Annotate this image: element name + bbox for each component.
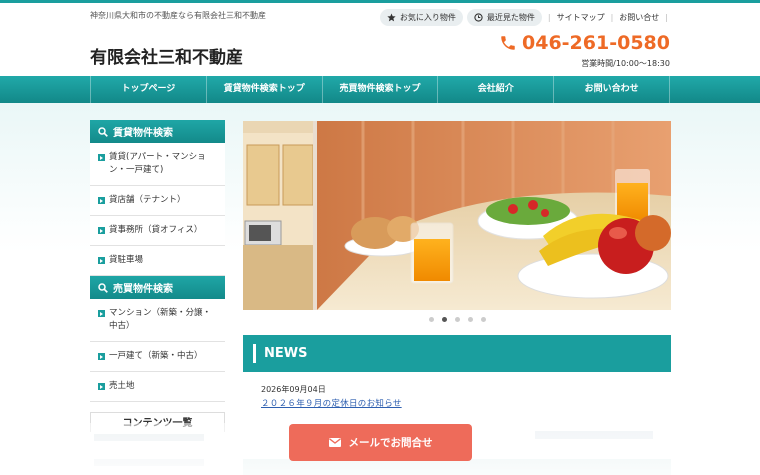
sidebar-item-label: マンション（新築・分譲・中古）: [109, 308, 212, 331]
slider-dot[interactable]: [428, 317, 434, 322]
arrow-icon: [98, 353, 105, 360]
nav-company[interactable]: 会社紹介: [437, 76, 553, 103]
slider-dot[interactable]: [480, 317, 486, 322]
search-icon: [98, 282, 108, 293]
sidebar-item-label: 一戸建て（新築・中古）: [109, 351, 203, 361]
rent-search-heading: 賃貸物件検索: [90, 120, 225, 143]
slider-dot-active[interactable]: [441, 317, 447, 322]
sidebar-item-rent-parking[interactable]: 貸駐車場: [90, 246, 225, 276]
hero-slider-image[interactable]: [243, 121, 671, 310]
phone-number[interactable]: 046-261-0580: [499, 32, 670, 54]
divider: |: [547, 13, 551, 22]
arrow-icon: [98, 154, 105, 161]
recently-viewed-label: 最近見た物件: [486, 13, 535, 22]
history-icon: [474, 13, 483, 22]
news-date: 2026年09月04日: [261, 385, 326, 394]
arrow-icon: [98, 310, 105, 317]
tagline: 神奈川県大和市の不動産なら有限会社三和不動産: [90, 11, 266, 20]
favorites-label: お気に入り物件: [399, 13, 456, 22]
slider-dot[interactable]: [467, 317, 473, 322]
sidebar-item-sale-land[interactable]: 売土地: [90, 372, 225, 402]
sale-search-heading: 売買物件検索: [90, 276, 225, 299]
sidebar-item-rent-residential[interactable]: 賃貸(アパート・マンション・一戸建て): [90, 143, 225, 186]
nav-rent-search[interactable]: 賃貸物件検索トップ: [205, 76, 322, 103]
news-heading-label: NEWS: [264, 346, 308, 361]
mail-contact-label: メールでお問合せ: [348, 437, 433, 449]
sidebar-item-rent-store[interactable]: 貸店舗（テナント）: [90, 186, 225, 216]
sale-search-heading-label: 売買物件検索: [113, 284, 173, 295]
nav-sale-search[interactable]: 売買物件検索トップ: [321, 76, 438, 103]
divider: |: [610, 13, 614, 22]
news-title-link[interactable]: ２０２６年９月の定休日のお知らせ: [261, 397, 402, 409]
search-icon: [98, 126, 108, 137]
sidebar-item-sale-mansion[interactable]: マンション（新築・分譲・中古）: [90, 299, 225, 342]
site-logo[interactable]: 有限会社三和不動産: [90, 43, 243, 68]
sidebar-item-label: 貸駐車場: [109, 255, 144, 265]
site-header: 神奈川県大和市の不動産なら有限会社三和不動産 有限会社三和不動産 お気に入り物件…: [0, 3, 760, 76]
contact-link[interactable]: お問い合せ: [619, 12, 659, 23]
header-links: お気に入り物件 最近見た物件 | サイトマップ | お問い合せ |: [379, 9, 670, 26]
mail-icon: [328, 438, 341, 447]
sidebar-item-label: 貸事務所（貸オフィス）: [109, 225, 203, 235]
main-content: 賃貸物件検索 賃貸(アパート・マンション・一戸建て) 貸店舗（テナント） 貸事務…: [0, 103, 760, 475]
mail-contact-button[interactable]: メールでお問合せ: [289, 424, 472, 461]
slider-dots: [243, 317, 671, 322]
heading-bar: [253, 344, 256, 363]
sidebar-item-label: 売土地: [109, 381, 135, 391]
sitemap-link[interactable]: サイトマップ: [557, 12, 605, 23]
global-nav: トップページ 賃貸物件検索トップ 売買物件検索トップ 会社紹介 お問い合わせ: [0, 76, 760, 103]
news-heading: NEWS: [243, 335, 671, 372]
sidebar-item-sale-house[interactable]: 一戸建て（新築・中古）: [90, 342, 225, 372]
news-list: 2026年09月04日 ２０２６年９月の定休日のお知らせ: [243, 372, 671, 422]
sidebar-item-label: 賃貸(アパート・マンション・一戸建て): [109, 152, 206, 175]
nav-contact[interactable]: お問い合わせ: [553, 76, 670, 103]
arrow-icon: [98, 257, 105, 264]
favorites-button[interactable]: お気に入り物件: [379, 9, 463, 26]
arrow-icon: [98, 197, 105, 204]
business-hours: 営業時間/10:00～18:30: [581, 59, 670, 68]
rent-search-heading-label: 賃貸物件検索: [113, 128, 173, 139]
slider-dot[interactable]: [454, 317, 460, 322]
star-icon: [387, 13, 396, 22]
recently-viewed-button[interactable]: 最近見た物件: [466, 9, 542, 26]
sidebar-item-label: 貸店舗（テナント）: [109, 195, 186, 205]
sidebar: 賃貸物件検索 賃貸(アパート・マンション・一戸建て) 貸店舗（テナント） 貸事務…: [90, 120, 225, 432]
phone-number-text: 046-261-0580: [522, 32, 670, 54]
divider: |: [665, 13, 668, 22]
nav-top[interactable]: トップページ: [90, 76, 206, 103]
arrow-icon: [98, 227, 105, 234]
arrow-icon: [98, 383, 105, 390]
breakfast-photo: [243, 121, 671, 310]
phone-icon: [501, 36, 515, 50]
sidebar-item-rent-office[interactable]: 貸事務所（貸オフィス）: [90, 216, 225, 246]
